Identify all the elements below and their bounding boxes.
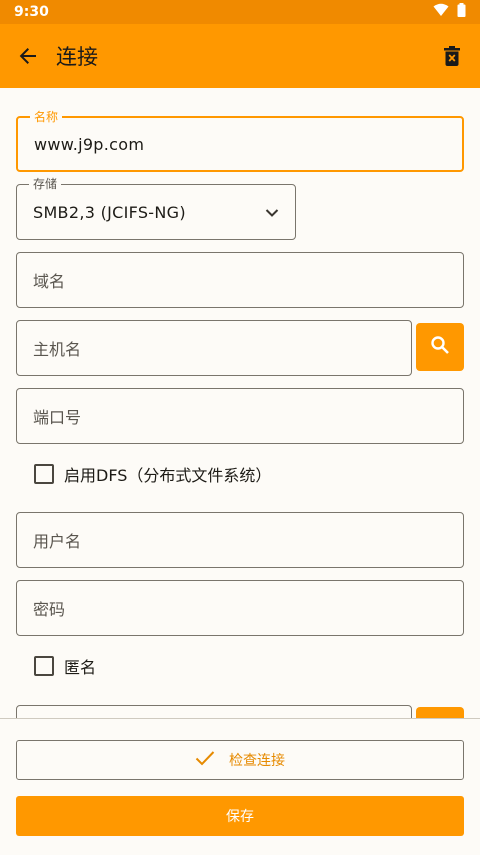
- storage-select-value: SMB2,3 (JCIFS-NG): [33, 202, 186, 222]
- dfs-checkbox-row[interactable]: 启用DFS（分布式文件系统）: [34, 462, 271, 486]
- check-icon: [195, 750, 229, 770]
- check-connection-button[interactable]: 检查连接: [16, 740, 464, 780]
- username-field[interactable]: 用户名: [16, 512, 464, 568]
- storage-select[interactable]: 存储 SMB2,3 (JCIFS-NG): [16, 177, 296, 240]
- anonymous-checkbox-row[interactable]: 匿名: [34, 654, 96, 678]
- delete-icon[interactable]: [434, 38, 470, 74]
- name-field-label: 名称: [30, 110, 63, 124]
- connection-form: 名称 www.j9p.com 存储 SMB2,3 (JCIFS-NG) 域名 主…: [0, 88, 480, 718]
- domain-field-placeholder: 域名: [33, 272, 66, 291]
- username-field-placeholder: 用户名: [33, 532, 82, 551]
- password-field[interactable]: 密码: [16, 580, 464, 636]
- app-bar: 连接: [0, 24, 480, 88]
- port-field[interactable]: 端口号: [16, 388, 464, 444]
- wifi-icon: [433, 3, 449, 21]
- bottom-action-bar: 检查连接 保存: [0, 718, 480, 855]
- port-field-placeholder: 端口号: [33, 408, 82, 427]
- dfs-checkbox[interactable]: [34, 464, 54, 484]
- domain-field[interactable]: 域名: [16, 252, 464, 308]
- next-action-button-partial[interactable]: [416, 707, 464, 718]
- dfs-checkbox-label: 启用DFS（分布式文件系统）: [64, 466, 272, 485]
- search-icon: [430, 335, 450, 359]
- check-connection-label: 检查连接: [229, 753, 285, 769]
- password-field-placeholder: 密码: [33, 600, 66, 619]
- anonymous-checkbox-label: 匿名: [64, 658, 97, 677]
- storage-select-label: 存储: [29, 177, 62, 191]
- name-field-value: www.j9p.com: [34, 134, 145, 154]
- status-bar: 9:30: [0, 0, 480, 24]
- status-time: 9:30: [14, 4, 49, 20]
- host-field-placeholder: 主机名: [33, 340, 82, 359]
- save-button[interactable]: 保存: [16, 796, 464, 836]
- search-host-button[interactable]: [416, 323, 464, 371]
- save-button-label: 保存: [226, 809, 254, 825]
- arrow-back-icon[interactable]: [12, 40, 44, 72]
- next-field-partial[interactable]: [16, 705, 412, 718]
- page-title: 连接: [56, 45, 98, 69]
- anonymous-checkbox[interactable]: [34, 656, 54, 676]
- name-field[interactable]: 名称 www.j9p.com: [16, 110, 464, 172]
- chevron-down-icon: [265, 203, 279, 227]
- host-field[interactable]: 主机名: [16, 320, 412, 376]
- battery-icon: [457, 3, 466, 21]
